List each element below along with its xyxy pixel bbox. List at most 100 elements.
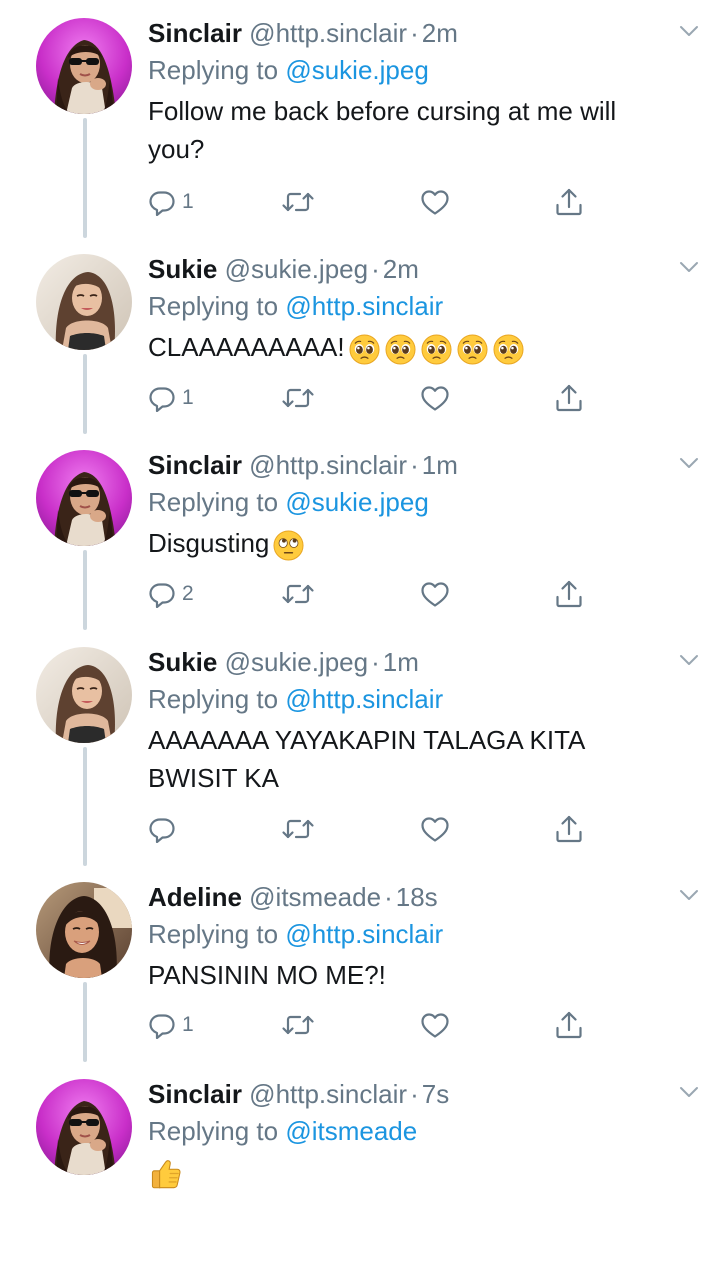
replying-to-line: Replying to @http.sinclair (148, 682, 688, 716)
retweet-button[interactable] (281, 186, 315, 218)
avatar-sukie[interactable] (36, 254, 132, 350)
share-button[interactable] (554, 813, 584, 845)
chevron-down-icon[interactable] (678, 20, 700, 42)
user-handle[interactable]: @itsmeade (249, 882, 381, 912)
tweet[interactable]: Sukie @sukie.jpeg · 2m Replying to @http.si… (0, 254, 717, 454)
heart-icon (420, 1011, 450, 1039)
like-button[interactable] (420, 382, 450, 414)
display-name[interactable]: Sinclair (148, 450, 242, 480)
avatar-sinclair[interactable] (36, 1079, 132, 1175)
tweet-action-bar: 1 (148, 1009, 608, 1041)
tweet-action-bar (148, 813, 608, 845)
tweet-text: CLAAAAAAAAA! (148, 328, 678, 366)
replying-to-mention[interactable]: @http.sinclair (285, 684, 443, 714)
eye-roll-emoji (273, 530, 304, 561)
user-handle[interactable]: @http.sinclair (249, 18, 407, 48)
tweet-content: Sinclair @http.sinclair · 7s Replying to @i… (148, 1079, 688, 1192)
dot-separator: · (410, 1079, 419, 1109)
tweet-text: Disgusting (148, 524, 678, 562)
chevron-down-icon[interactable] (678, 452, 700, 474)
replying-to-line: Replying to @itsmeade (148, 1114, 688, 1148)
dot-separator: · (384, 882, 393, 912)
display-name[interactable]: Sukie (148, 647, 217, 677)
reply-icon (148, 188, 176, 216)
emoji-row (273, 530, 304, 561)
user-handle[interactable]: @sukie.jpeg (225, 254, 368, 284)
timestamp[interactable]: 1m (383, 647, 419, 677)
retweet-button[interactable] (281, 813, 315, 845)
share-button[interactable] (554, 186, 584, 218)
replying-to-mention[interactable]: @http.sinclair (285, 919, 443, 949)
user-handle[interactable]: @sukie.jpeg (225, 647, 368, 677)
timestamp[interactable]: 18s (396, 882, 438, 912)
tweet[interactable]: Sinclair @http.sinclair · 1m Replying to @s… (0, 450, 717, 650)
timestamp[interactable]: 2m (383, 254, 419, 284)
like-button[interactable] (420, 813, 450, 845)
chevron-down-icon[interactable] (678, 1081, 700, 1103)
replying-to-label: Replying to (148, 1116, 279, 1146)
pleading-face-emoji (493, 334, 524, 365)
replying-to-line: Replying to @sukie.jpeg (148, 53, 688, 87)
tweet[interactable]: Adeline @itsmeade · 18s Replying to @http.s… (0, 882, 717, 1082)
reply-count: 1 (182, 1013, 194, 1036)
reply-button[interactable]: 1 (148, 1009, 194, 1041)
display-name[interactable]: Sukie (148, 254, 217, 284)
replying-to-mention[interactable]: @sukie.jpeg (285, 487, 428, 517)
avatar-sukie[interactable] (36, 647, 132, 743)
avatar-adeline[interactable] (36, 882, 132, 978)
tweet-text-content: PANSININ MO ME?! (148, 960, 386, 990)
timestamp[interactable]: 2m (422, 18, 458, 48)
dot-separator: · (410, 18, 419, 48)
share-button[interactable] (554, 578, 584, 610)
share-button[interactable] (554, 382, 584, 414)
like-button[interactable] (420, 1009, 450, 1041)
replying-to-mention[interactable]: @sukie.jpeg (285, 55, 428, 85)
display-name[interactable]: Adeline (148, 882, 242, 912)
reply-button[interactable] (148, 813, 176, 845)
reply-button[interactable]: 1 (148, 186, 194, 218)
tweet-text-content: AAAAAAA YAYAKAPIN TALAGA KITA BWISIT KA (148, 725, 592, 793)
replying-to-label: Replying to (148, 55, 279, 85)
retweet-button[interactable] (281, 578, 315, 610)
like-button[interactable] (420, 186, 450, 218)
avatar-sinclair[interactable] (36, 18, 132, 114)
tweet-content: Adeline @itsmeade · 18s Replying to @http.s… (148, 882, 688, 994)
reply-icon (148, 815, 176, 843)
tweet-text: Follow me back before cursing at me will… (148, 92, 678, 168)
tweet-text-content: CLAAAAAAAAA! (148, 332, 345, 362)
user-handle[interactable]: @http.sinclair (249, 1079, 407, 1109)
chevron-down-icon[interactable] (678, 884, 700, 906)
replying-to-mention[interactable]: @itsmeade (285, 1116, 417, 1146)
reply-count: 2 (182, 582, 194, 605)
emoji-row (349, 334, 524, 365)
reply-count: 1 (182, 190, 194, 213)
chevron-down-icon[interactable] (678, 256, 700, 278)
reply-button[interactable]: 1 (148, 382, 194, 414)
timestamp[interactable]: 1m (422, 450, 458, 480)
like-button[interactable] (420, 578, 450, 610)
pleading-face-emoji (457, 334, 488, 365)
reply-thread: Sinclair @http.sinclair · 2m Replying to @s… (0, 0, 717, 1200)
share-button[interactable] (554, 1009, 584, 1041)
avatar-sinclair[interactable] (36, 450, 132, 546)
retweet-button[interactable] (281, 382, 315, 414)
replying-to-label: Replying to (148, 919, 279, 949)
retweet-icon (281, 384, 315, 412)
tweet-content: Sukie @sukie.jpeg · 2m Replying to @http.si… (148, 254, 688, 366)
tweet-action-bar: 1 (148, 382, 608, 414)
pleading-face-emoji (385, 334, 416, 365)
user-handle[interactable]: @http.sinclair (249, 450, 407, 480)
replying-to-mention[interactable]: @http.sinclair (285, 291, 443, 321)
heart-icon (420, 384, 450, 412)
display-name[interactable]: Sinclair (148, 18, 242, 48)
pleading-face-emoji (349, 334, 380, 365)
retweet-button[interactable] (281, 1009, 315, 1041)
tweet-header: Sinclair @http.sinclair · 1m (148, 448, 688, 482)
chevron-down-icon[interactable] (678, 649, 700, 671)
reply-icon (148, 580, 176, 608)
timestamp[interactable]: 7s (422, 1079, 449, 1109)
share-icon (554, 383, 584, 413)
display-name[interactable]: Sinclair (148, 1079, 242, 1109)
reply-button[interactable]: 2 (148, 578, 194, 610)
tweet[interactable]: Sinclair @http.sinclair · 7s Replying to @i… (0, 1079, 717, 1279)
